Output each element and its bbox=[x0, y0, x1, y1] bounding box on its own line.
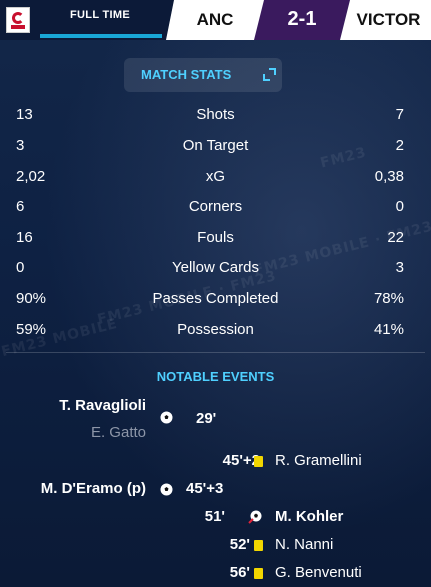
football-icon bbox=[248, 510, 262, 524]
stat-home-value: 13 bbox=[16, 106, 33, 123]
notable-events-title: NOTABLE EVENTS bbox=[156, 369, 275, 384]
yellow-card-icon bbox=[254, 540, 263, 551]
event-player[interactable]: M. D'Eramo (p) bbox=[41, 480, 146, 497]
stat-label: Shots bbox=[196, 106, 235, 123]
event-player[interactable]: R. Gramellini bbox=[275, 452, 362, 469]
stat-away-value: 0 bbox=[395, 198, 404, 215]
stat-label: xG bbox=[205, 168, 226, 185]
stat-away-value: 41% bbox=[373, 321, 404, 338]
yellow-card-icon bbox=[254, 456, 263, 467]
home-team-panel[interactable]: ANC bbox=[166, 0, 264, 40]
stat-row: 3 On Target 2 bbox=[0, 134, 431, 156]
score: 2-1 bbox=[287, 8, 317, 30]
event-player[interactable]: T. Ravaglioli bbox=[59, 397, 146, 414]
event-player[interactable]: M. Kohler bbox=[275, 508, 343, 525]
stat-row: 16 Fouls 22 bbox=[0, 226, 431, 248]
stat-home-value: 59% bbox=[16, 321, 47, 338]
home-team-name: ANC bbox=[196, 10, 234, 29]
match-status: FULL TIME bbox=[70, 9, 130, 21]
score-panel: 2-1 bbox=[254, 0, 350, 40]
stat-row: 0 Yellow Cards 3 bbox=[0, 256, 431, 278]
stat-label: Fouls bbox=[197, 229, 234, 246]
stat-row: 13 Shots 7 bbox=[0, 103, 431, 125]
stat-away-value: 78% bbox=[373, 290, 404, 307]
event-minute: 45'+3 bbox=[186, 480, 224, 497]
stat-home-value: 16 bbox=[16, 229, 33, 246]
event-minute: 52' bbox=[229, 536, 250, 553]
event-player[interactable]: N. Nanni bbox=[275, 536, 333, 553]
football-icon bbox=[160, 483, 173, 496]
away-team-panel[interactable]: VICTOR bbox=[340, 0, 431, 40]
stat-away-value: 2 bbox=[395, 137, 404, 154]
stat-label: Yellow Cards bbox=[172, 259, 259, 276]
stat-row: 59% Possession 41% bbox=[0, 318, 431, 340]
away-team-name: VICTOR bbox=[356, 10, 421, 29]
stat-row: 90% Passes Completed 78% bbox=[0, 287, 431, 309]
stat-away-value: 7 bbox=[395, 106, 404, 123]
event-minute: 56' bbox=[229, 564, 250, 581]
stat-label: Corners bbox=[188, 198, 243, 215]
stat-home-value: 0 bbox=[16, 259, 25, 276]
match-stats-button[interactable]: MATCH STATS bbox=[124, 58, 282, 92]
event-minute: 29' bbox=[196, 410, 217, 427]
football-icon bbox=[160, 411, 173, 424]
status-accent-bar bbox=[40, 34, 162, 38]
stat-home-value: 90% bbox=[16, 290, 47, 307]
match-stats-title: MATCH STATS bbox=[141, 67, 232, 82]
stat-label: Passes Completed bbox=[152, 290, 279, 307]
stat-row: 2,02 xG 0,38 bbox=[0, 165, 431, 187]
event-assist[interactable]: E. Gatto bbox=[91, 424, 146, 441]
section-divider bbox=[6, 352, 425, 353]
stat-home-value: 3 bbox=[16, 137, 25, 154]
stat-away-value: 22 bbox=[387, 229, 404, 246]
stat-home-value: 6 bbox=[16, 198, 25, 215]
event-player[interactable]: G. Benvenuti bbox=[275, 564, 362, 581]
expand-icon bbox=[263, 68, 276, 81]
event-minute: 51' bbox=[204, 508, 225, 525]
scoreboard-header: FULL TIME ANC 2-1 VICTOR bbox=[0, 0, 431, 40]
club-badge-icon[interactable] bbox=[6, 7, 30, 33]
stat-home-value: 2,02 bbox=[16, 168, 46, 185]
stat-row: 6 Corners 0 bbox=[0, 195, 431, 217]
stat-label: On Target bbox=[182, 137, 249, 154]
stat-away-value: 3 bbox=[395, 259, 404, 276]
yellow-card-icon bbox=[254, 568, 263, 579]
stat-away-value: 0,38 bbox=[374, 168, 404, 185]
stat-label: Possession bbox=[177, 321, 254, 338]
